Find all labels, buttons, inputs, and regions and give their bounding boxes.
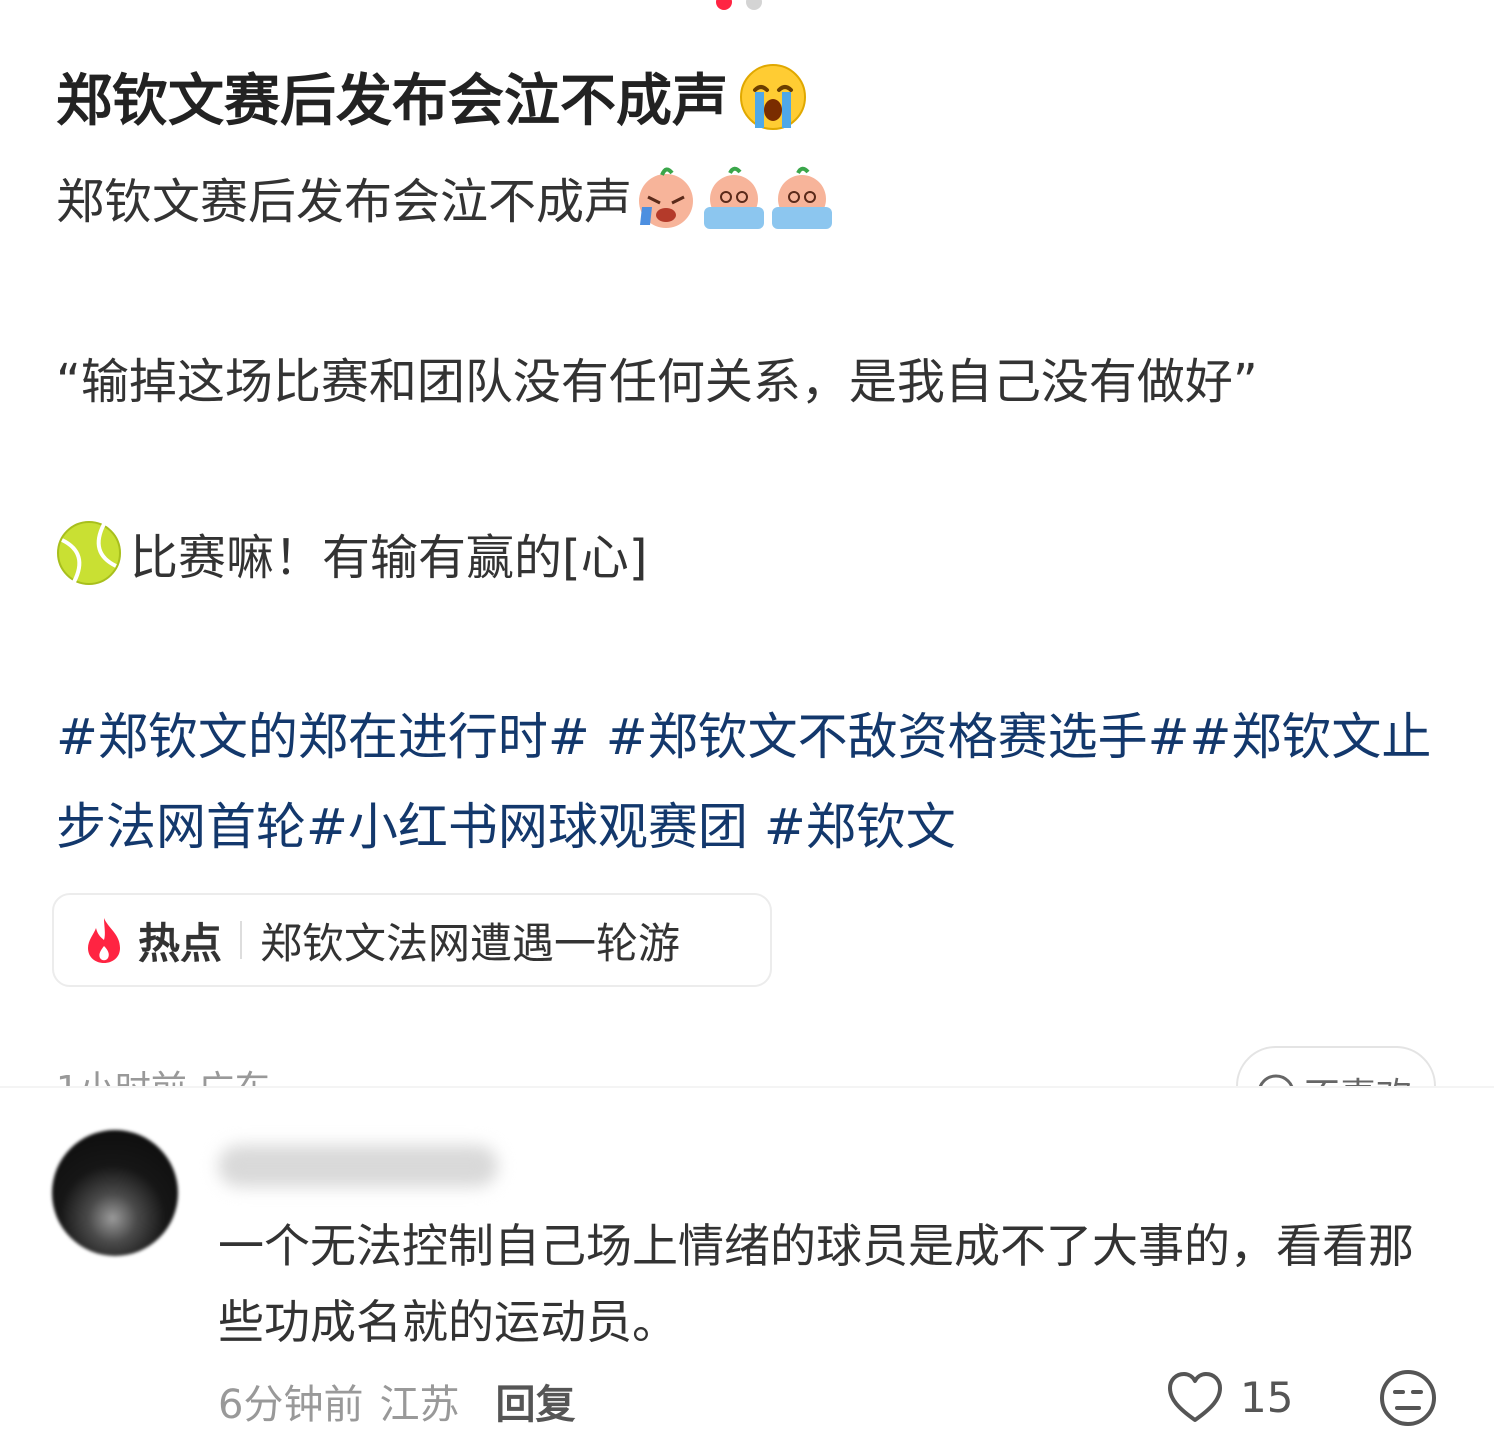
reply-button[interactable]: 回复	[495, 1372, 575, 1430]
post-meta-bar: 1小时前 广东 不喜欢	[0, 1040, 1494, 1086]
dislike-label: 不喜欢	[1304, 1067, 1412, 1086]
post-body-text-3: 比赛嘛！有输有赢的[心]	[130, 530, 648, 586]
hashtag-link[interactable]: #郑钦文的郑在进行时#	[56, 708, 590, 766]
post-title-text: 郑钦文赛后发布会泣不成声	[56, 69, 728, 134]
post-quote: “输掉这场比赛和团队没有任何关系，是我自己没有做好”	[56, 342, 1258, 412]
post-body-line-1: 郑钦文赛后发布会泣不成声	[56, 162, 836, 232]
hashtag-link[interactable]: #郑钦文	[764, 798, 956, 856]
post-time-location: 1小时前 广东	[56, 1060, 270, 1086]
commenter-avatar[interactable]	[52, 1130, 178, 1256]
comment-dislike-button[interactable]	[1378, 1368, 1438, 1432]
post-body-text-1: 郑钦文赛后发布会泣不成声	[56, 174, 633, 230]
hot-topic-title: 郑钦文法网遭遇一轮游	[260, 918, 681, 968]
post-quote-text: “输掉这场比赛和团队没有任何关系，是我自己没有做好”	[56, 354, 1258, 410]
commenter-name-blurred[interactable]	[218, 1145, 498, 1187]
pagination-dot-active[interactable]	[716, 0, 732, 10]
post-body-line-3: 比赛嘛！有输有赢的[心]	[56, 518, 647, 588]
like-count: 15	[1240, 1372, 1294, 1422]
dislike-button[interactable]: 不喜欢	[1236, 1046, 1436, 1086]
comment-meta: 6分钟前 江苏 回复	[218, 1372, 575, 1430]
crying-baby-sticker-icon-3	[772, 166, 833, 229]
crying-baby-sticker-icon	[639, 167, 694, 228]
crying-baby-sticker-icon-2	[704, 166, 765, 229]
pagination-dot[interactable]	[746, 0, 762, 10]
hot-topic-card[interactable]: 热点 郑钦文法网遭遇一轮游	[52, 893, 772, 987]
meh-face-icon	[1380, 1370, 1436, 1426]
comment-text: 一个无法控制自己场上情绪的球员是成不了大事的，看看那些功成名就的运动员。	[218, 1219, 1414, 1349]
loudly-crying-emoji-icon	[740, 63, 806, 130]
hot-topic-label: 热点	[138, 918, 223, 968]
comment-time: 6分钟前	[218, 1382, 364, 1428]
hot-topic-divider	[240, 921, 243, 959]
comment-location: 江苏	[379, 1382, 460, 1428]
meh-face-icon	[1258, 1074, 1294, 1086]
like-button[interactable]: 15	[1166, 1370, 1293, 1424]
post-title: 郑钦文赛后发布会泣不成声	[56, 56, 808, 137]
hashtag-list: #郑钦文的郑在进行时# #郑钦文不敌资格赛选手##郑钦文止步法网首轮#小红书网球…	[56, 692, 1446, 872]
heart-icon	[1168, 1372, 1222, 1422]
image-pagination-dots	[716, 0, 762, 10]
section-divider	[0, 1086, 1494, 1088]
flame-icon	[88, 918, 120, 963]
tennis-ball-icon	[57, 521, 121, 585]
